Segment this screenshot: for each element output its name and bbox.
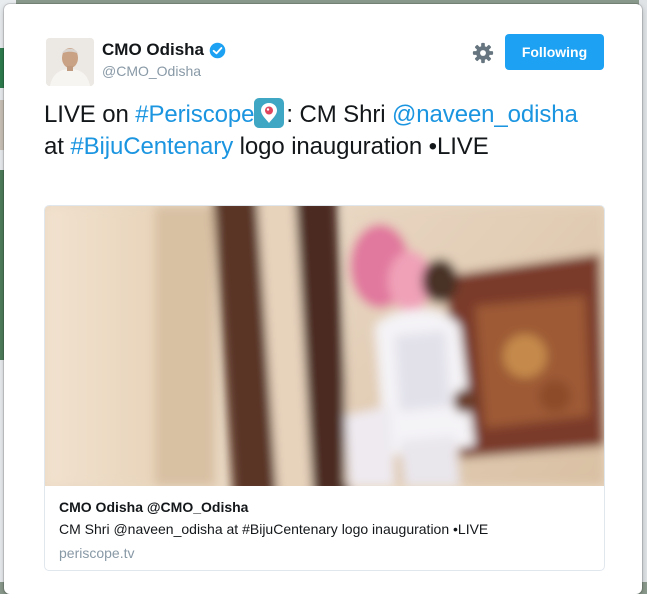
gear-icon[interactable]: [472, 42, 494, 64]
tweet-text-segment: logo inauguration •LIVE: [233, 133, 489, 160]
periscope-emoji-icon: [254, 98, 285, 128]
tweet-text: LIVE on #Periscope : CM Shri @naveen_odis…: [44, 98, 604, 163]
author-name[interactable]: CMO Odisha: [102, 40, 226, 60]
following-button[interactable]: Following: [505, 34, 604, 70]
avatar[interactable]: [46, 38, 94, 86]
tweet-text-segment: LIVE on: [44, 101, 136, 128]
tweet-text-segment: at: [44, 133, 71, 160]
author-name-text[interactable]: CMO Odisha: [102, 40, 204, 60]
card-title[interactable]: CMO Odisha @CMO_Odisha: [59, 499, 248, 515]
link-preview-card[interactable]: CMO Odisha @CMO_Odisha CM Shri @naveen_o…: [44, 205, 605, 571]
hashtag-biju-link[interactable]: #BijuCentenary: [70, 133, 233, 160]
tweet-card: CMO Odisha @CMO_Odisha Following LIVE on…: [4, 4, 642, 594]
hashtag-periscope-link[interactable]: #Periscope: [135, 101, 254, 128]
mention-link[interactable]: @naveen_odisha: [392, 101, 578, 128]
card-domain[interactable]: periscope.tv: [59, 545, 134, 561]
media-thumbnail-image[interactable]: [45, 206, 604, 486]
card-description[interactable]: CM Shri @naveen_odisha at #BijuCentenary…: [59, 521, 488, 537]
author-handle[interactable]: @CMO_Odisha: [102, 63, 201, 79]
verified-badge-icon: [209, 42, 226, 58]
tweet-text-segment: : CM Shri: [286, 101, 393, 128]
